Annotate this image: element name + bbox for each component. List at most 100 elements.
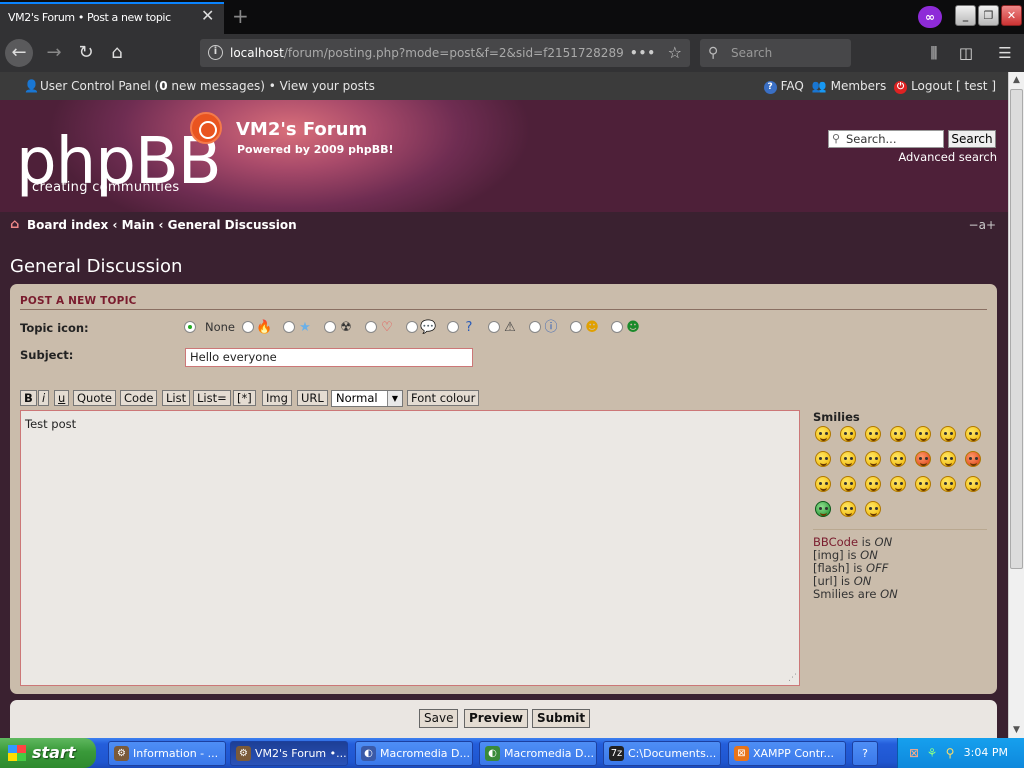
font-size-icon[interactable]: −a+ (969, 212, 996, 238)
message-textarea[interactable]: Test post ⋰ (20, 410, 800, 686)
ucp-suffix[interactable]: new messages) • View your posts (168, 79, 374, 93)
smiley-icon[interactable] (890, 476, 906, 492)
smiley-icon[interactable] (815, 451, 831, 467)
faq-link[interactable]: FAQ (781, 79, 804, 93)
smiley-icon[interactable] (815, 501, 831, 517)
smiley-icon[interactable] (965, 426, 981, 442)
restore-icon[interactable]: ❐ (978, 5, 999, 26)
topic-icon-none-radio[interactable] (184, 321, 196, 333)
task-documents[interactable]: 7z C:\Documents... (603, 741, 721, 766)
advanced-search-link[interactable]: Advanced search (898, 150, 997, 164)
topic-icon-radio[interactable] (365, 321, 377, 333)
home-icon[interactable]: ⌂ (10, 212, 19, 238)
smiley-icon[interactable] (965, 476, 981, 492)
browser-search-input[interactable]: ⚲ Search (700, 39, 851, 67)
home-icon[interactable]: ⌂ (103, 39, 131, 67)
smiley-icon[interactable] (965, 451, 981, 467)
members-link[interactable]: Members (831, 79, 887, 93)
smiley-icon[interactable] (915, 451, 931, 467)
topic-icon-radio[interactable] (283, 321, 295, 333)
underline-button[interactable]: u (54, 390, 70, 406)
forward-icon[interactable]: → (40, 39, 68, 67)
task-macromedia-1[interactable]: ◐ Macromedia D... (355, 741, 473, 766)
italic-button[interactable]: i (38, 390, 50, 406)
list-button[interactable]: List (162, 390, 191, 406)
smiley-icon[interactable] (840, 426, 856, 442)
vertical-scrollbar[interactable]: ▲ ▼ (1008, 72, 1024, 738)
library-icon[interactable]: ⫼ (925, 44, 943, 62)
smiley-icon[interactable] (840, 451, 856, 467)
smiley-icon[interactable] (890, 451, 906, 467)
bookmark-star-icon[interactable]: ☆ (668, 39, 682, 67)
ucp-label[interactable]: User Control Panel ( (40, 79, 159, 93)
smiley-icon[interactable] (815, 476, 831, 492)
topic-icon-radio[interactable] (324, 321, 336, 333)
topic-icon-radio[interactable] (406, 321, 418, 333)
smiley-icon[interactable] (865, 451, 881, 467)
submit-button[interactable]: Submit (532, 709, 591, 728)
xampp-tray-icon[interactable]: ⊠ (906, 745, 922, 761)
task-xampp[interactable]: ⊠ XAMPP Contr... (728, 741, 846, 766)
topic-icon-radio[interactable] (488, 321, 500, 333)
smiley-icon[interactable] (865, 476, 881, 492)
url-button[interactable]: URL (297, 390, 328, 406)
preview-button[interactable]: Preview (464, 709, 529, 728)
new-tab-icon[interactable]: + (232, 6, 249, 26)
scroll-up-icon[interactable]: ▲ (1009, 72, 1024, 88)
topic-icon-radio[interactable] (447, 321, 459, 333)
network-tray-icon[interactable]: ⚘ (924, 745, 940, 761)
subject-input[interactable]: Hello everyone (185, 348, 473, 367)
bbcode-link[interactable]: BBCode (813, 535, 858, 549)
page-actions-icon[interactable]: ••• (630, 39, 656, 67)
ordered-list-button[interactable]: List= (193, 390, 231, 406)
save-button[interactable]: Save (419, 709, 459, 728)
task-forum[interactable]: ⚙ VM2's Forum •... (230, 741, 348, 766)
smiley-icon[interactable] (940, 451, 956, 467)
breadcrumb-main[interactable]: Main (122, 218, 155, 232)
smiley-icon[interactable] (915, 476, 931, 492)
smiley-icon[interactable] (865, 501, 881, 517)
breadcrumb-general-discussion[interactable]: General Discussion (168, 218, 297, 232)
topic-icon-radio[interactable] (529, 321, 541, 333)
url-bar[interactable]: i localhost/forum/posting.php?mode=post&… (200, 39, 690, 67)
font-colour-button[interactable]: Font colour (407, 390, 480, 406)
smiley-icon[interactable] (915, 426, 931, 442)
search-button[interactable]: Search (948, 130, 996, 148)
logout-link[interactable]: Logout [ test ] (911, 79, 996, 93)
task-macromedia-2[interactable]: ◐ Macromedia D... (479, 741, 597, 766)
scrollbar-thumb[interactable] (1010, 89, 1023, 569)
smiley-icon[interactable] (815, 426, 831, 442)
menu-icon[interactable]: ☰ (996, 44, 1014, 62)
info-icon[interactable]: i (208, 45, 223, 60)
topic-icon-radio[interactable] (242, 321, 254, 333)
smiley-icon[interactable] (840, 476, 856, 492)
help-task[interactable]: ? (852, 741, 878, 766)
minimize-icon[interactable]: _ (955, 5, 976, 26)
reload-icon[interactable]: ↻ (72, 39, 100, 67)
start-button[interactable]: start (0, 738, 96, 768)
scroll-down-icon[interactable]: ▼ (1009, 722, 1024, 738)
ucp-links[interactable]: 👤 User Control Panel (0 new messages) • … (24, 72, 375, 100)
chevron-down-icon[interactable]: ▼ (387, 391, 402, 406)
smiley-icon[interactable] (840, 501, 856, 517)
font-size-select[interactable]: Normal ▼ (331, 390, 403, 407)
sidebar-icon[interactable]: ◫ (957, 44, 975, 62)
smiley-icon[interactable] (890, 426, 906, 442)
search-tray-icon[interactable]: ⚲ (942, 745, 958, 761)
resize-grip-icon[interactable]: ⋰ (788, 674, 797, 683)
back-icon[interactable]: ← (5, 39, 33, 67)
smiley-icon[interactable] (865, 426, 881, 442)
window-close-icon[interactable]: ✕ (1001, 5, 1022, 26)
list-item-button[interactable]: [*] (233, 390, 256, 406)
private-browsing-icon[interactable]: ∞ (918, 6, 942, 28)
bold-button[interactable]: B (20, 390, 37, 406)
tab-close-icon[interactable]: ✕ (201, 8, 214, 24)
topic-icon-radio[interactable] (611, 321, 623, 333)
clock[interactable]: 3:04 PM (964, 738, 1008, 768)
smiley-icon[interactable] (940, 426, 956, 442)
smiley-icon[interactable] (940, 476, 956, 492)
breadcrumb-board-index[interactable]: Board index (27, 218, 108, 232)
code-button[interactable]: Code (120, 390, 158, 406)
forum-search-input[interactable]: ⚲ Search... (828, 130, 944, 148)
quote-button[interactable]: Quote (73, 390, 116, 406)
